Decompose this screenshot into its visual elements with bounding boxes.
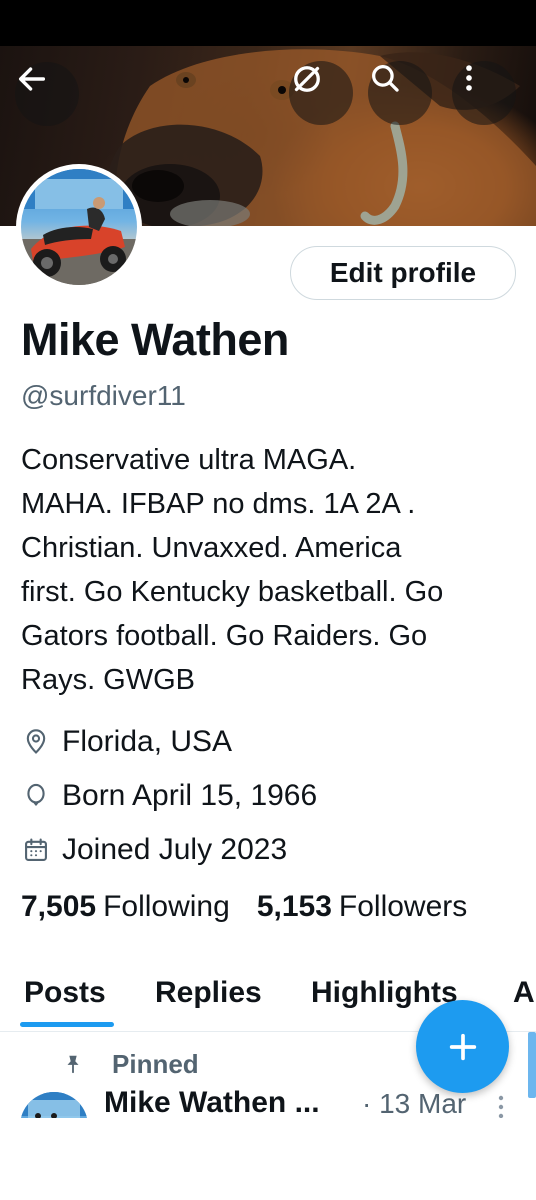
calendar-icon	[21, 835, 51, 865]
post-author-name[interactable]: Mike Wathen ...	[104, 1086, 344, 1120]
status-bar	[0, 0, 536, 46]
joined-text: Joined July 2023	[62, 833, 288, 866]
arrow-left-icon	[18, 67, 46, 91]
more-vertical-icon	[498, 1095, 504, 1119]
pinned-label: Pinned	[112, 1048, 199, 1079]
profile-bio: Conservative ultra MAGA. MAHA. IFBAP no …	[21, 444, 444, 696]
balloon-icon	[21, 781, 51, 811]
following-link[interactable]: 7,505 Following	[21, 890, 230, 924]
profile-name: Mike Wathen	[21, 314, 289, 365]
tab-posts[interactable]: Posts	[24, 976, 106, 1038]
plus-icon	[449, 1033, 476, 1060]
active-tab-indicator	[20, 1022, 114, 1027]
location-pin-icon	[21, 727, 51, 757]
compose-post-button[interactable]	[416, 1000, 509, 1093]
tab-replies[interactable]: Replies	[155, 976, 262, 1038]
pinned-indicator: Pinned	[62, 1046, 199, 1082]
followers-count: 5,153	[256, 890, 332, 923]
profile-avatar[interactable]	[16, 164, 142, 290]
back-button[interactable]	[15, 62, 79, 126]
avatar-motorcycle-image	[21, 169, 137, 285]
birthday-text: Born April 15, 1966	[62, 779, 318, 812]
grok-button[interactable]	[289, 61, 353, 125]
following-count: 7,505	[21, 890, 97, 923]
profile-handle: @surfdiver11	[21, 380, 186, 411]
search-icon	[372, 65, 399, 92]
followers-label: Followers	[338, 890, 468, 923]
post-date[interactable]: · 13 Mar	[362, 1088, 466, 1120]
followers-link[interactable]: 5,153 Followers	[257, 890, 467, 924]
side-scroll-indicator	[528, 1032, 536, 1098]
tab-articles[interactable]: A	[513, 976, 535, 1038]
profile-joined: Joined July 2023	[21, 830, 287, 870]
grok-icon	[294, 66, 320, 92]
profile-page: Edit profile Mike Wathen @surfdiver11 Co…	[0, 0, 536, 1200]
blank-area	[0, 1118, 536, 1200]
follow-stats: 7,505 Following 5,153 Followers	[21, 890, 467, 924]
profile-location: Florida, USA	[21, 722, 232, 762]
search-button[interactable]	[368, 61, 432, 125]
profile-birthday: Born April 15, 1966	[21, 776, 317, 816]
edit-profile-button[interactable]: Edit profile	[290, 246, 516, 300]
avatar-photo	[21, 169, 137, 285]
pin-icon	[67, 1055, 79, 1074]
more-options-button[interactable]	[452, 61, 516, 125]
more-vertical-icon	[466, 65, 472, 91]
location-text: Florida, USA	[62, 725, 233, 758]
following-label: Following	[103, 890, 230, 923]
